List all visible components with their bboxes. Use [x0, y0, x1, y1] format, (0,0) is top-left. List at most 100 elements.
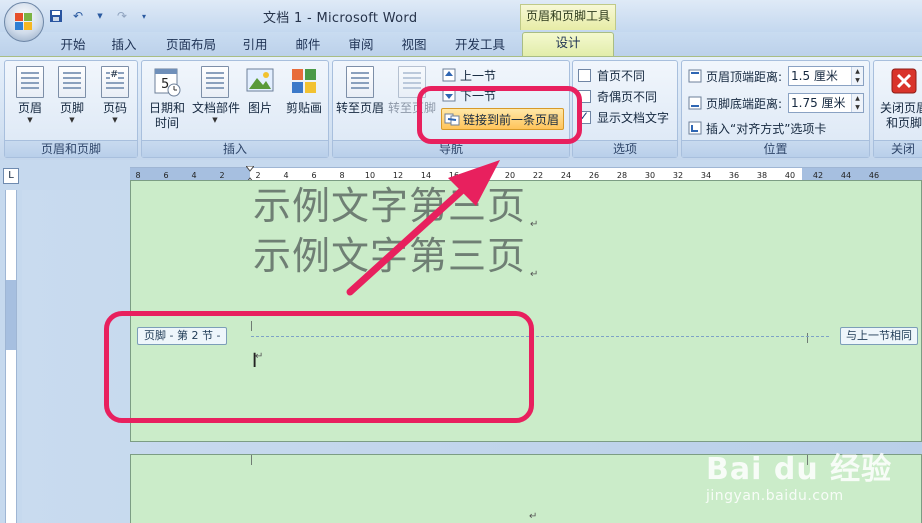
picture-button[interactable]: 图片: [240, 64, 280, 139]
goto-header-button[interactable]: 转至页眉: [335, 64, 385, 139]
footer-button[interactable]: 页脚 ▼: [50, 64, 94, 139]
ruler-tick-label: 2: [219, 171, 225, 180]
spinner-arrows-icon[interactable]: ▲ ▼: [851, 94, 863, 112]
footer-position-icon: [687, 95, 703, 111]
chevron-down-icon: ▼: [69, 116, 75, 124]
ruler-tick-label: 40: [784, 171, 796, 180]
show-document-text-label: 显示文档文字: [597, 110, 670, 125]
tab-view[interactable]: 视图: [396, 35, 432, 56]
tab-references[interactable]: 引用: [238, 35, 272, 56]
document-parts-button[interactable]: 文档部件 ▼: [192, 64, 241, 139]
footer-from-bottom-label-wrap: 页脚底端距离:: [687, 93, 782, 113]
document-parts-label: 文档部件: [192, 101, 241, 115]
document-text-content: 示例文字第三页: [253, 234, 527, 278]
document-text-line[interactable]: 示例文字第三页 ↵: [253, 225, 538, 280]
tab-review[interactable]: 审阅: [343, 35, 379, 56]
tab-page-layout[interactable]: 页面布局: [160, 35, 222, 56]
different-first-page-label: 首页不同: [597, 68, 646, 83]
group-position: 页眉顶端距离: 1.5 厘米 ▲ ▼ 页脚底端距离: 1.75 厘米 ▲ ▼ 插入“…: [681, 60, 870, 158]
date-time-label-1: 日期和: [148, 101, 185, 115]
chevron-down-icon: ▼: [112, 116, 118, 124]
dropdown-small-icon[interactable]: ▼: [92, 8, 108, 24]
tab-mailings[interactable]: 邮件: [290, 35, 326, 56]
different-first-page-checkbox[interactable]: 首页不同: [578, 65, 645, 85]
footer-from-bottom-label: 页脚底端距离:: [706, 96, 783, 111]
spinner-arrows-icon[interactable]: ▲ ▼: [851, 67, 863, 85]
calendar-icon: 5: [153, 66, 181, 98]
header-button[interactable]: 页眉 ▼: [8, 64, 52, 139]
group-header-footer: 页眉 ▼ 页脚 ▼ # 页码 ▼ 页眉和页脚: [4, 60, 138, 158]
different-odd-even-checkbox[interactable]: 奇偶页不同: [578, 86, 657, 106]
clip-art-label: 剪贴画: [285, 101, 322, 115]
previous-section-label: 上一节: [460, 68, 497, 83]
title-bar: ↶ ▼ ↷ ▾ 文档 1 - Microsoft Word 页眉和页脚工具: [0, 0, 922, 32]
undo-icon[interactable]: ↶: [70, 8, 86, 24]
group-close: 关闭页眉 和页脚 关闭: [873, 60, 922, 158]
clip-art-button[interactable]: 剪贴画: [282, 64, 326, 139]
group-insert: 5 日期和 时间 文档部件 ▼ 图片 剪贴画 插入: [141, 60, 329, 158]
paragraph-mark: ↵: [530, 269, 539, 280]
tab-home[interactable]: 开始: [56, 35, 90, 56]
annotation-highlight-footer: [104, 311, 534, 423]
ruler-tick-label: 6: [163, 171, 169, 180]
tab-design[interactable]: 设计: [522, 32, 614, 56]
tab-selector[interactable]: L: [3, 168, 19, 184]
header-button-label: 页眉: [17, 101, 42, 115]
group-label-position: 位置: [682, 140, 869, 157]
clip-art-icon: [290, 66, 318, 98]
picture-label: 图片: [247, 101, 272, 115]
insert-alignment-tab-button[interactable]: 插入“对齐方式”选项卡: [687, 118, 826, 138]
goto-header-label: 转至页眉: [335, 101, 384, 115]
ruler-tick-label: 8: [135, 171, 141, 180]
document-text-line[interactable]: 示例文字第三页 ↵: [253, 175, 538, 230]
close-icon: [890, 66, 918, 98]
group-label-options: 选项: [573, 140, 677, 157]
crop-mark: [251, 455, 261, 465]
save-icon[interactable]: [48, 8, 64, 24]
document-title: 文档 1 - Microsoft Word: [263, 11, 418, 26]
date-time-label-2: 时间: [154, 116, 179, 130]
ruler-tick-label: 38: [756, 171, 768, 180]
office-button[interactable]: [4, 2, 44, 42]
ruler-tick-label: 24: [560, 171, 572, 180]
ruler-tick-label: 26: [588, 171, 600, 180]
previous-section-button[interactable]: 上一节: [441, 65, 496, 85]
group-options: 首页不同 奇偶页不同 显示文档文字 选项: [572, 60, 678, 158]
ribbon-tab-bar: 开始 插入 页面布局 引用 邮件 审阅 视图 开发工具: [0, 32, 922, 56]
header-from-top-label-wrap: 页眉顶端距离:: [687, 66, 782, 86]
ruler-tick-label: 44: [840, 171, 852, 180]
previous-section-icon: [441, 67, 457, 83]
group-label-header-footer: 页眉和页脚: [5, 140, 137, 157]
header-from-top-spinner[interactable]: 1.5 厘米 ▲ ▼: [788, 66, 864, 86]
annotation-highlight-link-button: [417, 86, 582, 144]
ruler-tick-label: 36: [728, 171, 740, 180]
show-document-text-checkbox[interactable]: 显示文档文字: [578, 107, 669, 127]
ruler-tick-label: 34: [700, 171, 712, 180]
ruler-tick-label: 46: [868, 171, 880, 180]
header-from-top-value: 1.5 厘米: [791, 69, 838, 83]
office-logo-icon: [15, 13, 33, 31]
close-header-footer-button[interactable]: 关闭页眉 和页脚: [876, 64, 922, 139]
group-label-close: 关闭: [874, 140, 922, 157]
watermark-url: jingyan.baidu.com: [706, 488, 844, 504]
ruler-tick-label: 28: [616, 171, 628, 180]
redo-icon[interactable]: ↷: [114, 8, 130, 24]
quick-access-toolbar: ↶ ▼ ↷ ▾: [48, 8, 152, 24]
vertical-ruler[interactable]: [0, 190, 22, 523]
footer-page-icon: [58, 66, 86, 98]
tab-insert[interactable]: 插入: [106, 35, 142, 56]
customize-qat-icon[interactable]: ▾: [136, 8, 152, 24]
tab-developer[interactable]: 开发工具: [450, 35, 510, 56]
vertical-ruler-track: [5, 190, 17, 523]
ruler-tick-label: 32: [672, 171, 684, 180]
document-text-content: 示例文字第三页: [253, 184, 527, 228]
page-number-button[interactable]: # 页码 ▼: [93, 64, 137, 139]
same-as-previous-tag: 与上一节相同: [840, 327, 918, 345]
ruler-tick-label: 30: [644, 171, 656, 180]
different-odd-even-label: 奇偶页不同: [597, 89, 658, 104]
ruler-tick-label: 42: [812, 171, 824, 180]
checkbox-unchecked-icon: [578, 68, 591, 82]
crop-mark: [807, 333, 817, 343]
date-time-button[interactable]: 5 日期和 时间: [144, 64, 190, 139]
footer-from-bottom-spinner[interactable]: 1.75 厘米 ▲ ▼: [788, 93, 864, 113]
